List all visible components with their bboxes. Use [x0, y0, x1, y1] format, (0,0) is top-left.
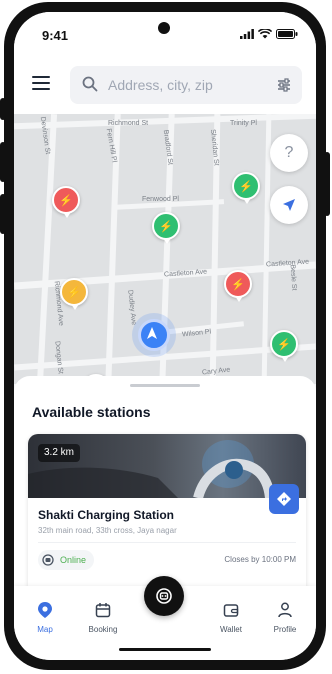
screen: 9:41 Address, city, zip Richmond St Trin… [14, 12, 316, 660]
status-bar: 9:41 [14, 12, 316, 56]
home-indicator[interactable] [119, 648, 211, 651]
station-pin-red[interactable]: ⚡ [224, 270, 252, 302]
signal-icon [240, 29, 254, 39]
search-bar[interactable] [70, 66, 302, 104]
tab-wallet[interactable]: Wallet [206, 602, 256, 634]
bolt-icon: ⚡ [159, 220, 173, 233]
station-pin-green[interactable]: ⚡ [270, 330, 298, 362]
current-location-marker [138, 319, 170, 351]
street-label: Wilson Pl [181, 328, 212, 339]
locate-me-button[interactable] [270, 186, 308, 224]
person-icon [278, 602, 292, 618]
charger-status-icon [42, 554, 54, 566]
mute-switch [0, 98, 6, 120]
tab-profile[interactable]: Profile [260, 602, 310, 634]
scan-charger-button[interactable] [144, 576, 184, 616]
bolt-icon: ⚡ [231, 278, 245, 291]
street-label: Richmond St [108, 120, 149, 127]
phone-frame: 9:41 Address, city, zip Richmond St Trin… [0, 2, 330, 670]
street-label: Castleton Ave [163, 268, 208, 279]
tab-label: Wallet [220, 625, 242, 634]
help-button[interactable]: ? [270, 134, 308, 172]
station-photo: 3.2 km [28, 434, 306, 500]
volume-up-button [0, 142, 6, 182]
system-icons [240, 29, 298, 39]
street-label: Dongan St [53, 340, 64, 375]
tab-map[interactable]: Map [20, 602, 70, 634]
bolt-icon: ⚡ [59, 194, 73, 207]
status-badge: Online [38, 550, 95, 570]
location-arrow-icon [283, 199, 295, 211]
tab-label: Profile [273, 625, 297, 634]
location-pin-icon [38, 602, 52, 618]
directions-button[interactable] [269, 484, 299, 514]
hamburger-menu-icon[interactable] [32, 76, 50, 90]
street-label: Trinity Pl [230, 120, 257, 127]
filter-sliders-icon[interactable] [276, 77, 292, 93]
bolt-icon: ⚡ [277, 338, 291, 351]
volume-down-button [0, 194, 6, 234]
station-pin-yellow[interactable]: ⚡ [60, 278, 88, 310]
search-icon [82, 76, 98, 92]
sheet-title: Available stations [32, 404, 151, 420]
power-button [324, 152, 330, 216]
distance-badge: 3.2 km [38, 444, 81, 462]
top-header [14, 56, 316, 114]
search-input[interactable] [108, 66, 268, 104]
station-address: 32th main road, 33th cross, Jaya nagar [38, 526, 177, 535]
tab-booking[interactable]: Booking [78, 602, 128, 634]
help-label: ? [284, 144, 294, 161]
charger-scan-icon [156, 588, 172, 604]
tab-label: Booking [88, 625, 118, 634]
directions-icon [277, 492, 291, 506]
street-label: Dudley Ave [126, 289, 137, 326]
street-label: Fenwood Pl [142, 196, 179, 203]
navigation-arrow-icon [147, 327, 157, 339]
wifi-icon [258, 29, 272, 39]
sheet-drag-handle[interactable] [130, 384, 200, 387]
bolt-icon: ⚡ [67, 286, 81, 299]
closing-time: Closes by 10:00 PM [224, 555, 296, 564]
status-time: 9:41 [42, 28, 69, 43]
front-camera [158, 22, 170, 34]
map-view[interactable]: Richmond St Trinity Pl Fern Hill Pl Brad… [14, 114, 316, 384]
card-divider [38, 542, 296, 543]
stations-sheet: Available stations 3.2 km Shakti Chargin… [14, 376, 316, 604]
calendar-icon [95, 603, 111, 618]
street-label: Cary Ave [201, 366, 231, 377]
bolt-icon: ⚡ [239, 180, 253, 193]
bottom-tab-bar: Map Booking Wallet Profile [14, 576, 316, 660]
status-label: Online [60, 555, 87, 565]
station-pin-green[interactable]: ⚡ [232, 172, 260, 204]
station-pin-green[interactable]: ⚡ [152, 212, 180, 244]
station-name: Shakti Charging Station [38, 508, 175, 522]
wallet-icon [223, 604, 239, 617]
station-pin-red[interactable]: ⚡ [52, 186, 80, 218]
battery-icon [276, 29, 298, 39]
tab-label: Map [37, 625, 53, 634]
